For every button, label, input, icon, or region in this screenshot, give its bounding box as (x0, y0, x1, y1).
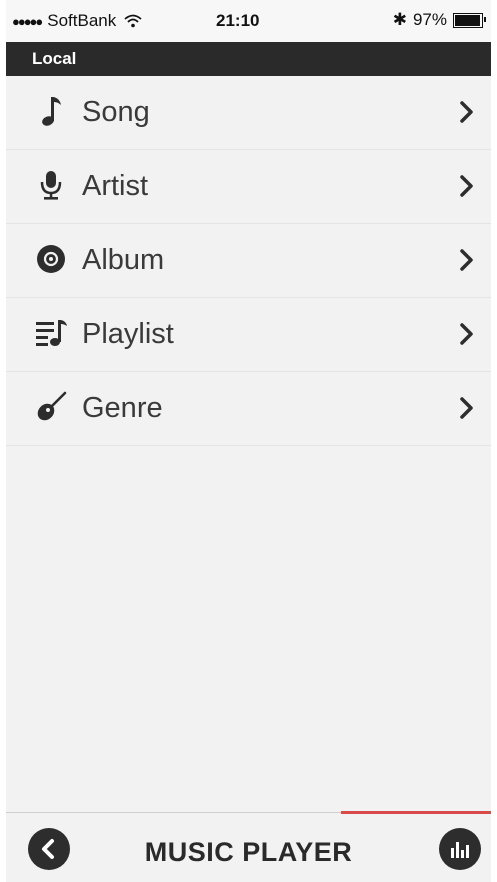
menu-item-song[interactable]: Song (6, 76, 491, 150)
status-time: 21:10 (216, 11, 260, 30)
bluetooth-icon: ✱ (392, 10, 407, 29)
battery-percentage: 97% (412, 10, 447, 29)
microphone-icon (34, 168, 68, 202)
playback-progress-indicator (341, 811, 491, 814)
chevron-right-icon (460, 323, 473, 345)
wifi-icon (124, 14, 142, 28)
menu-item-album[interactable]: Album (6, 224, 491, 298)
section-header: Local (6, 42, 491, 76)
now-playing-button[interactable] (439, 828, 481, 870)
guitar-icon (34, 390, 68, 424)
signal-strength-icon: ●●●●● (12, 13, 43, 29)
menu-item-label: Artist (82, 170, 149, 202)
chevron-right-icon (460, 101, 473, 123)
equalizer-icon (451, 842, 469, 858)
menu-item-label: Playlist (82, 318, 174, 350)
chevron-right-icon (460, 397, 473, 419)
chevron-right-icon (460, 249, 473, 271)
menu-item-playlist[interactable]: Playlist (6, 298, 491, 372)
album-disc-icon (34, 242, 68, 276)
app-title: MUSIC PLAYER (144, 837, 353, 867)
menu-item-label: Genre (82, 392, 163, 424)
menu-item-artist[interactable]: Artist (6, 150, 491, 224)
chevron-right-icon (460, 175, 473, 197)
section-title: Local (32, 49, 77, 68)
menu-item-genre[interactable]: Genre (6, 372, 491, 446)
playlist-icon (34, 316, 68, 350)
app-screen: ●●●●● SoftBank 21:10 ✱ 97% Local Song Ar… (6, 0, 491, 882)
menu-list: Song Artist Album Playlist Genre (6, 76, 491, 446)
carrier-name: SoftBank (47, 11, 117, 30)
battery-icon (453, 12, 486, 28)
bottom-bar: MUSIC PLAYER (6, 811, 491, 882)
menu-item-label: Album (82, 244, 165, 276)
music-note-icon (34, 94, 68, 128)
menu-item-label: Song (82, 96, 150, 128)
status-bar: ●●●●● SoftBank 21:10 ✱ 97% (6, 0, 491, 42)
